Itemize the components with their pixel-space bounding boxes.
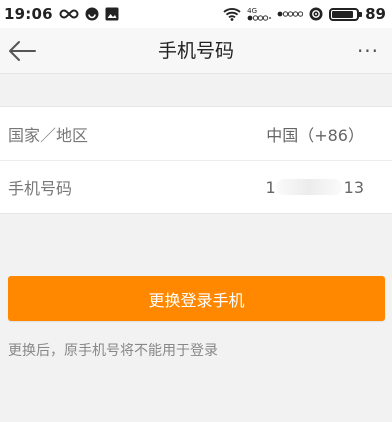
phone-number-row: 手机号码 1 13 — [0, 160, 392, 213]
battery-level-fill — [332, 10, 354, 18]
phone-number-label: 手机号码 — [8, 179, 73, 198]
title-bar: 手机号码 ··· — [0, 28, 392, 74]
phone-info-card: 国家／地区 中国（+86） 手机号码 1 13 — [0, 106, 392, 214]
battery-icon — [329, 7, 363, 21]
country-region-row[interactable]: 国家／地区 中国（+86） — [0, 107, 392, 160]
circle-app-icon — [85, 7, 99, 21]
phone-number-value: 1 13 — [265, 178, 364, 197]
image-app-icon — [105, 7, 119, 21]
battery-percent-text: 89 — [365, 5, 386, 23]
phone-number-redaction — [275, 179, 342, 195]
change-login-phone-button[interactable]: 更换登录手机 — [8, 276, 385, 321]
page-title: 手机号码 — [157, 40, 234, 62]
wifi-icon — [223, 7, 241, 21]
phone-number-prefix: 1 — [265, 177, 276, 197]
signal-icon: 4G — [247, 6, 272, 21]
network-type-label: 4G — [247, 6, 258, 15]
country-region-value: 中国（+86） — [266, 125, 364, 145]
change-phone-hint: 更换后，原手机号将不能用于登录 — [8, 343, 218, 359]
infinity-icon — [59, 8, 79, 20]
hd-voice-icon — [309, 7, 323, 21]
status-bar: 19:06 4G 89 — [0, 0, 392, 28]
country-region-label: 国家／地区 — [8, 125, 89, 145]
status-time: 19:06 — [4, 5, 53, 23]
more-dots-icon: ··· — [356, 39, 380, 63]
status-bar-left: 19:06 — [4, 5, 119, 23]
signal-icon-2 — [277, 10, 304, 18]
status-bar-right: 4G 89 — [223, 5, 386, 23]
phone-number-suffix: 13 — [343, 177, 364, 197]
more-button[interactable]: ··· — [348, 31, 388, 71]
